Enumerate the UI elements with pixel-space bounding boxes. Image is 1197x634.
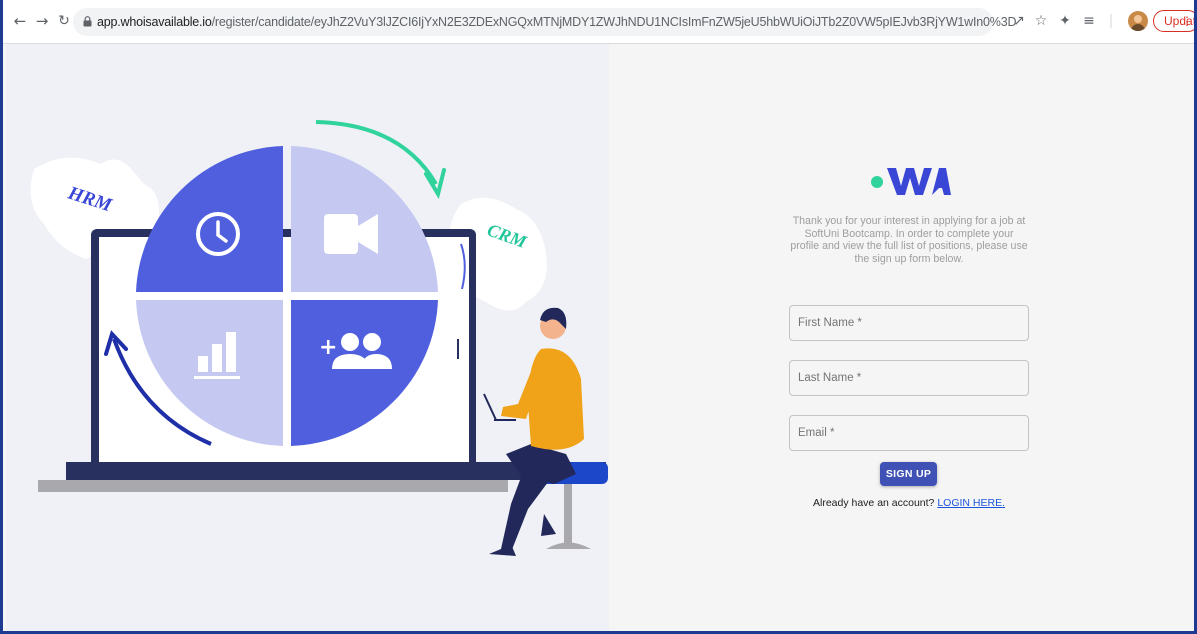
star-icon[interactable]: ☆ bbox=[1033, 13, 1049, 29]
reload-icon[interactable]: ↻ bbox=[55, 12, 73, 30]
logo-text: WA bbox=[869, 160, 871, 161]
update-button[interactable]: Update⋮ bbox=[1153, 10, 1194, 32]
recruitment-illustration: HRM CRM + bbox=[30, 120, 608, 556]
intro-text: Thank you for your interest in applying … bbox=[790, 215, 1028, 265]
first-name-input[interactable] bbox=[790, 306, 1028, 340]
email-field[interactable] bbox=[789, 415, 1029, 451]
sign-up-button[interactable]: SIGN UP bbox=[880, 462, 937, 486]
browser-toolbar: ← → ↻ app.whoisavailable.io/register/can… bbox=[3, 0, 1194, 44]
signup-pane: WA Thank you for your interest in applyi… bbox=[609, 44, 1194, 631]
svg-text:+: + bbox=[319, 335, 337, 360]
url-path: /register/candidate/eyJhZ2VuY3lJZCI6IjYx… bbox=[211, 15, 1017, 29]
logo-dot-icon bbox=[871, 176, 883, 188]
address-bar[interactable]: app.whoisavailable.io/register/candidate… bbox=[73, 8, 1016, 36]
last-name-input[interactable] bbox=[790, 361, 1028, 395]
login-link[interactable]: LOGIN HERE. bbox=[937, 497, 1005, 509]
first-name-field[interactable] bbox=[789, 305, 1029, 341]
extensions-icon[interactable]: ✦ bbox=[1057, 13, 1073, 29]
avatar-image bbox=[1131, 15, 1145, 31]
toolbar-divider: | bbox=[1108, 13, 1114, 29]
reading-list-icon[interactable]: ≡ bbox=[1081, 13, 1097, 29]
browser-window: ← → ↻ app.whoisavailable.io/register/can… bbox=[0, 0, 1197, 634]
login-prompt: Already have an account? LOGIN HERE. bbox=[789, 497, 1029, 509]
forward-icon[interactable]: → bbox=[33, 12, 51, 30]
back-icon[interactable]: ← bbox=[11, 12, 29, 30]
last-name-field[interactable] bbox=[789, 360, 1029, 396]
whoisavailable-logo: WA bbox=[869, 160, 951, 195]
email-input[interactable] bbox=[790, 416, 1028, 450]
url-text: app.whoisavailable.io/register/candidate… bbox=[97, 15, 1016, 29]
video-camera-icon bbox=[324, 214, 378, 254]
profile-avatar[interactable] bbox=[1128, 11, 1148, 31]
url-host: app.whoisavailable.io bbox=[97, 15, 212, 29]
share-icon[interactable]: ↗ bbox=[1011, 13, 1027, 29]
illustration-pane: HRM CRM + bbox=[6, 44, 609, 631]
already-account-text: Already have an account? bbox=[812, 497, 935, 509]
lock-icon[interactable] bbox=[83, 16, 92, 27]
menu-icon[interactable]: ⋮ bbox=[1181, 11, 1193, 31]
